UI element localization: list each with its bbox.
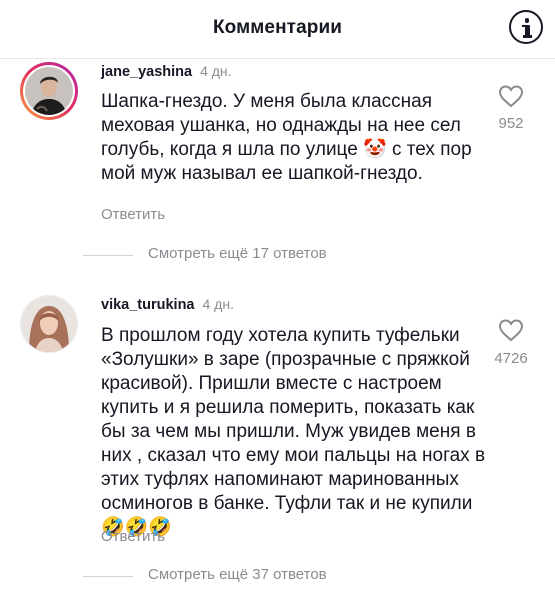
avatar[interactable] <box>20 62 78 120</box>
avatar-photo <box>25 67 73 115</box>
heart-icon[interactable] <box>498 318 524 342</box>
view-more-replies-label: Смотреть ещё 37 ответов <box>148 566 327 583</box>
page-title: Комментарии <box>212 17 343 38</box>
view-more-replies[interactable]: Смотреть ещё 17 ответов <box>83 245 383 265</box>
info-icon[interactable] <box>509 10 543 44</box>
view-more-replies[interactable]: Смотреть ещё 37 ответов <box>83 566 383 586</box>
view-more-replies-label: Смотреть ещё 17 ответов <box>148 245 327 262</box>
comment-username[interactable]: vika_turukina 4 дн. <box>101 296 234 313</box>
divider <box>83 255 133 256</box>
heart-icon[interactable] <box>498 84 524 108</box>
comment-time: 4 дн. <box>202 296 234 312</box>
comment-text: Шапка-гнездо. У меня была классная мехов… <box>101 91 472 184</box>
like-count: 952 <box>498 115 524 132</box>
comment-username[interactable]: jane_yashina 4 дн. <box>101 63 232 80</box>
comment-text: В прошлом году хотела купить туфельки «З… <box>101 325 486 538</box>
comment-time: 4 дн. <box>200 63 232 79</box>
reply-button[interactable]: Ответить <box>101 528 165 545</box>
avatar[interactable] <box>20 295 78 353</box>
reply-button[interactable]: Ответить <box>101 206 165 223</box>
header: Комментарии <box>0 0 555 59</box>
avatar-photo <box>21 296 77 352</box>
like-count: 4726 <box>494 350 528 367</box>
divider <box>83 576 133 577</box>
